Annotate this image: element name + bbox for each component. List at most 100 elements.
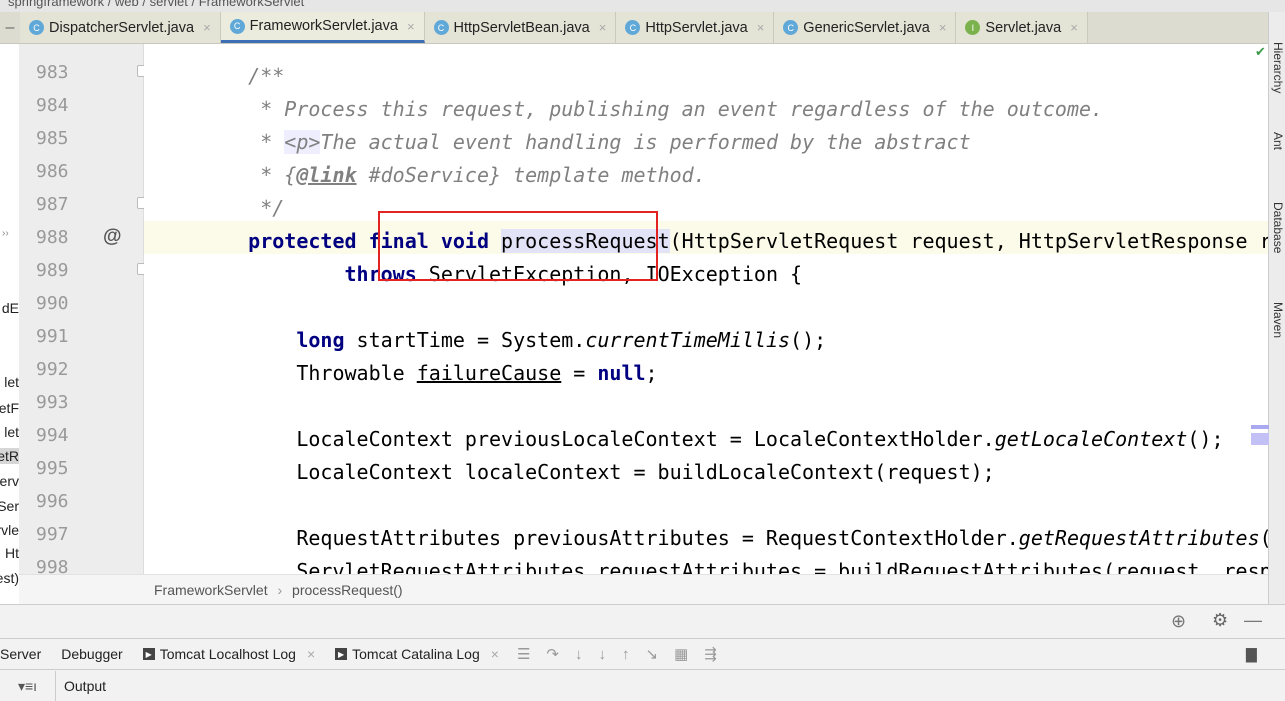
project-tree-item[interactable]: Ht (5, 545, 19, 561)
step-over-icon[interactable]: ↷ (538, 645, 567, 663)
minimize-icon[interactable]: — (1244, 610, 1262, 631)
tool-maven[interactable]: Maven (1271, 302, 1285, 338)
code-token: = (561, 361, 598, 385)
override-annotation-icon[interactable]: @ (103, 226, 122, 248)
crosshair-icon[interactable]: ⊕ (1171, 611, 1186, 632)
log-icon: ▶ (142, 648, 155, 660)
close-icon[interactable]: × (491, 646, 499, 662)
output-row: ▾≡ı Output (0, 671, 1285, 701)
close-icon[interactable]: × (407, 19, 415, 34)
close-icon[interactable]: × (599, 20, 607, 35)
bottom-tab-label: Debugger (61, 646, 123, 662)
force-step-into-icon[interactable]: ↓ (590, 646, 614, 663)
bottom-tab-server[interactable]: Server (0, 646, 51, 662)
code-token: #doService} template method. (356, 163, 706, 187)
close-icon[interactable]: × (307, 646, 315, 662)
editor-breadcrumb: FrameworkServlet › processRequest() (19, 574, 1268, 604)
tool-ant[interactable]: Ant (1271, 132, 1285, 150)
close-icon[interactable]: × (939, 20, 947, 35)
step-into-icon[interactable]: ↓ (567, 646, 591, 663)
code-token: ServletRequestAttributes requestAttribut… (296, 559, 1268, 574)
project-tree-item[interactable]: let (4, 424, 19, 440)
line-number: 997 (36, 524, 69, 545)
code-token: getRequestAttributes (1018, 526, 1260, 550)
line-number: 990 (36, 293, 69, 314)
code-token: * { (200, 163, 297, 187)
code-token: * Process this request, publishing an ev… (200, 97, 1104, 121)
code-token: ; (645, 361, 658, 385)
run-to-cursor-icon[interactable]: ↘ (637, 645, 666, 663)
code-line: /** (200, 64, 284, 88)
tab-label: HttpServletBean.java (453, 19, 590, 36)
code-token: Throwable (200, 361, 417, 385)
code-line: * {@link #doService} template method. (200, 163, 706, 187)
editor-tabs: – C DispatcherServlet.java × C FrameworkServ… (0, 12, 1268, 44)
line-number: 983 (36, 62, 69, 83)
log-icon: ▶ (335, 648, 348, 660)
code-line: protected final void processRequest(Http… (200, 229, 1268, 253)
project-tree-item[interactable]: rvle (0, 522, 19, 538)
gear-icon[interactable]: ⚙ (1212, 610, 1228, 631)
class-icon: C (783, 20, 799, 35)
project-tree-item[interactable]: etF (0, 400, 19, 416)
output-label: Output (64, 678, 107, 694)
tool-hierarchy[interactable]: Hierarchy (1271, 42, 1285, 93)
code-token: null (597, 361, 646, 385)
step-out-icon[interactable]: ↑ (614, 646, 638, 663)
trace-icon[interactable]: ⇶ (696, 645, 725, 663)
bottom-tab-tomcat-catalina-log[interactable]: ▶ Tomcat Catalina Log × (325, 646, 509, 662)
tab-genericservlet[interactable]: C GenericServlet.java × (774, 12, 957, 43)
bottom-tab-label: Server (0, 646, 42, 662)
breadcrumb-method[interactable]: processRequest() (292, 582, 403, 598)
close-icon[interactable]: × (203, 20, 211, 35)
expand-icon[interactable]: ›› (2, 228, 9, 239)
tab-httpservlet[interactable]: C HttpServlet.java × (616, 12, 775, 43)
code-editor[interactable]: /** * Process this request, publishing a… (144, 44, 1268, 574)
code-line: * <p>The actual event handling is perfor… (200, 130, 971, 154)
close-icon[interactable]: × (1070, 20, 1078, 35)
line-number: 989 (36, 260, 69, 281)
menu-icon[interactable]: ☰ (509, 645, 538, 663)
code-token: @link (296, 163, 357, 187)
code-token: long (296, 328, 345, 352)
code-line: ServletRequestAttributes requestAttribut… (200, 559, 1268, 574)
gutter: 983 984 985 986 987 988 @989 990 991 992 993 994 995… (19, 44, 148, 578)
tab-servlet[interactable]: I Servlet.java × (956, 12, 1088, 43)
project-tree-item[interactable]: dE (2, 300, 19, 316)
tab-frameworkservlet[interactable]: C FrameworkServlet.java × (220, 12, 425, 43)
code-line: LocaleContext previousLocaleContext = Lo… (200, 427, 1223, 451)
close-icon[interactable]: × (757, 20, 765, 35)
breadcrumb-class[interactable]: FrameworkServlet (154, 582, 268, 598)
tab-dispatcherservlet[interactable]: C DispatcherServlet.java × (20, 12, 221, 43)
project-tree-item[interactable]: Ser (0, 498, 19, 514)
tab-httpservletbean[interactable]: C HttpServletBean.java × (424, 12, 617, 43)
code-token: currentTimeMillis (585, 328, 791, 352)
code-token: /** (200, 64, 285, 88)
highlight-box (378, 211, 658, 281)
right-tool-strip: ✔ Hierarchy Ant Database Maven (1255, 12, 1285, 612)
code-token: * (200, 130, 285, 154)
bottom-tab-debugger[interactable]: Debugger (51, 646, 133, 662)
code-line: long startTime = System.currentTimeMilli… (200, 328, 826, 352)
class-icon: C (625, 20, 641, 35)
tool-database[interactable]: Database (1271, 202, 1285, 253)
code-token: <p> (284, 130, 321, 154)
evaluate-icon[interactable]: ▦ (666, 645, 696, 663)
line-number: 996 (36, 491, 69, 512)
layout-icon[interactable]: ▇ (1246, 646, 1257, 663)
project-tree-item[interactable]: est) (0, 570, 19, 586)
project-tree-item[interactable]: let (4, 374, 19, 390)
project-tree-item[interactable]: etR (0, 448, 19, 464)
project-tree-item[interactable]: erv (0, 473, 19, 489)
code-line: RequestAttributes previousAttributes = R… (200, 526, 1268, 550)
line-number: 991 (36, 326, 69, 347)
code-token: (); (1260, 526, 1268, 550)
code-token: startTime = System. (344, 328, 586, 352)
line-number: 995 (36, 458, 69, 479)
bottom-tab-tomcat-localhost-log[interactable]: ▶ Tomcat Localhost Log × (133, 646, 325, 662)
minus-icon[interactable]: – (0, 12, 20, 43)
project-panel: dE let etF let etR erv Ser rvle Ht est) ›› (0, 44, 19, 604)
code-token: LocaleContext previousLocaleContext = Lo… (200, 427, 995, 451)
list-icon[interactable]: ▾≡ı (0, 671, 56, 701)
